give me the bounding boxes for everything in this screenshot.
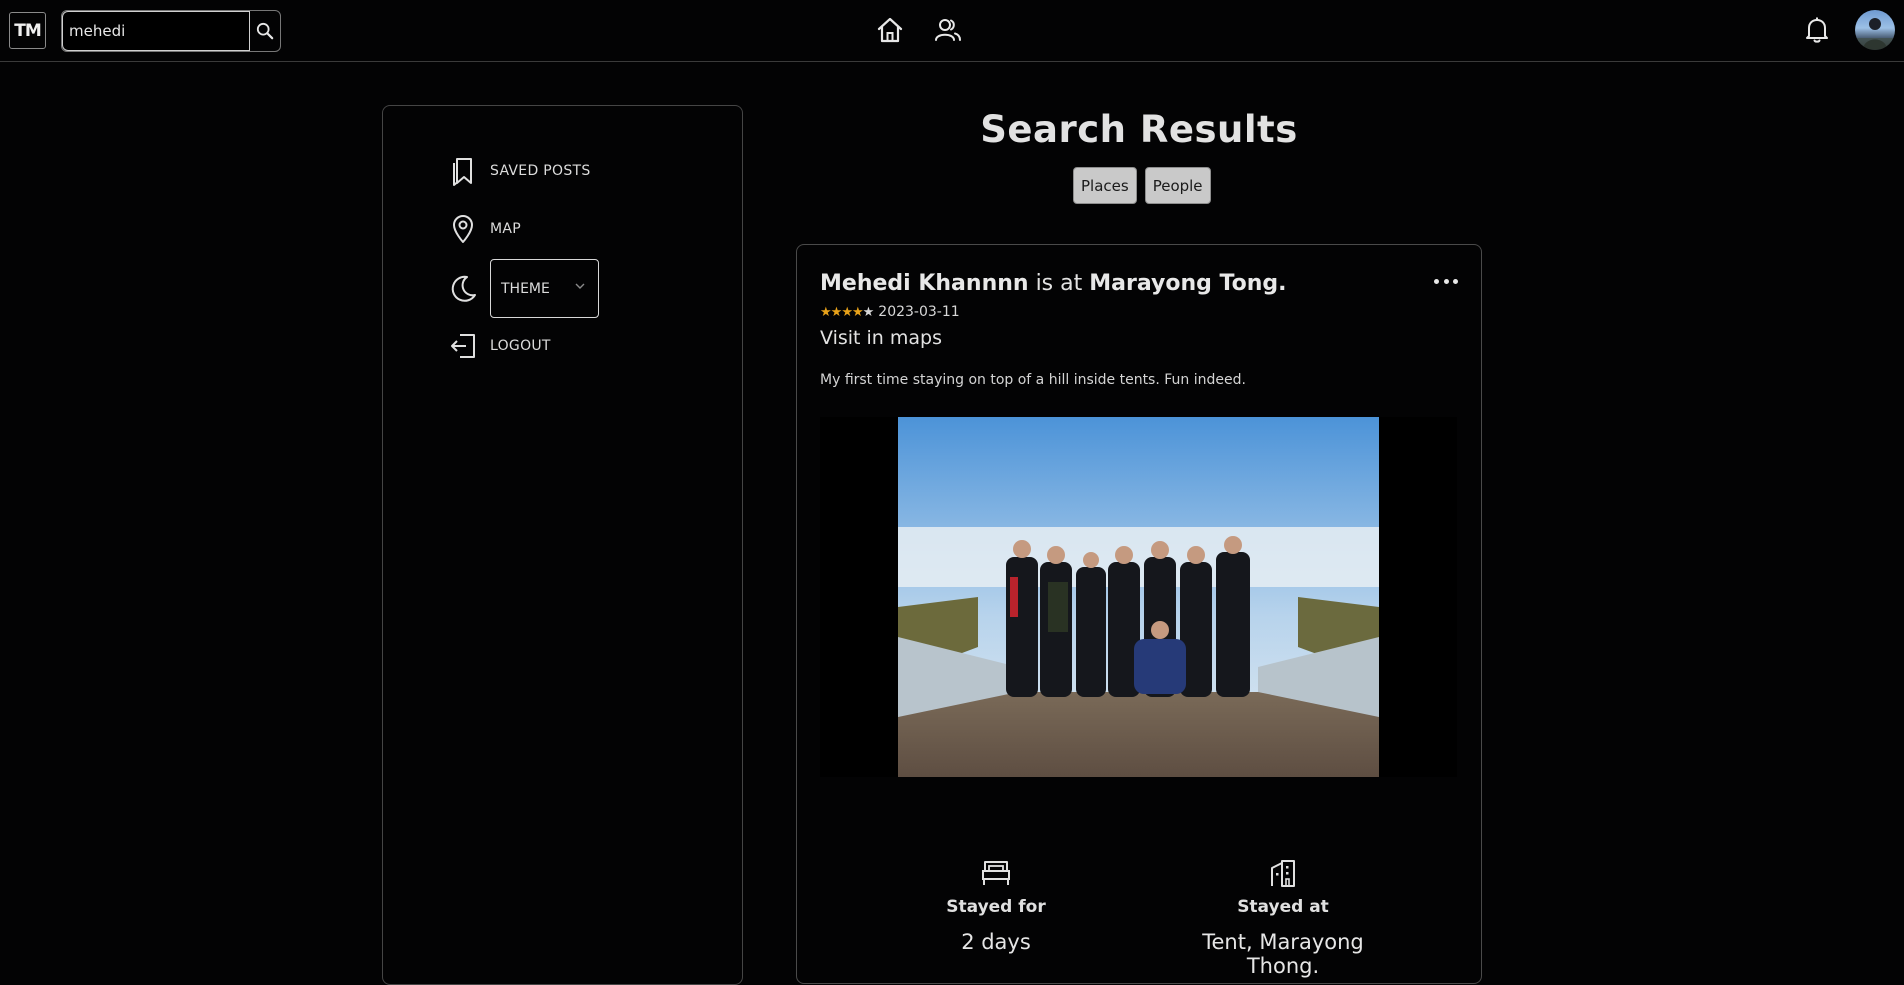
profile-avatar[interactable] — [1855, 10, 1895, 50]
post-rating-row: ★★★★★ 2023-03-11 — [820, 304, 960, 320]
star-empty-icon: ★ — [862, 304, 875, 320]
home-button[interactable] — [874, 13, 906, 47]
post-connector: is at — [1035, 271, 1083, 296]
filter-people-button[interactable]: People — [1144, 167, 1211, 204]
sidebar-item-saved-posts[interactable]: SAVED POSTS — [447, 154, 591, 188]
stay-duration-stat: Stayed for 2 days — [886, 855, 1106, 954]
app-logo[interactable]: TM — [9, 12, 46, 49]
search-icon — [256, 22, 274, 40]
post-caption: My first time staying on top of a hill i… — [820, 372, 1246, 388]
page-title: Search Results — [980, 108, 1298, 151]
theme-select-value: THEME — [501, 280, 550, 297]
search-input[interactable] — [62, 11, 250, 51]
sidebar-item-map[interactable]: MAP — [447, 212, 521, 246]
post-place-link[interactable]: Marayong Tong. — [1089, 271, 1286, 296]
post-date: 2023-03-11 — [878, 304, 960, 320]
friends-button[interactable] — [932, 13, 964, 47]
post-author-link[interactable]: Mehedi Khannnn — [820, 271, 1029, 296]
bed-icon — [886, 855, 1106, 891]
sidebar-item-theme: THEME — [447, 259, 599, 318]
star-rating: ★★★★★ — [820, 304, 875, 320]
sidebar-item-label: LOGOUT — [490, 338, 551, 354]
star-filled-icon: ★ — [830, 304, 843, 320]
post-options-button[interactable] — [1434, 275, 1458, 287]
building-icon — [1173, 855, 1393, 891]
more-dots-icon — [1434, 278, 1439, 284]
star-filled-icon: ★ — [841, 304, 853, 320]
star-filled-icon: ★ — [851, 304, 864, 320]
stay-duration-value: 2 days — [961, 930, 1031, 954]
home-icon — [877, 17, 903, 43]
stay-location-stat: Stayed at Tent, Marayong Thong. — [1173, 855, 1393, 978]
avatar-image — [1855, 18, 1895, 50]
filter-tabs: Places People — [1073, 167, 1211, 204]
notifications-button[interactable] — [1801, 13, 1833, 47]
bookmark-icon — [447, 154, 479, 188]
stay-location-label: Stayed at — [1237, 897, 1329, 917]
sidebar-item-label: MAP — [490, 221, 521, 237]
search-button[interactable] — [250, 11, 280, 51]
group-photo-image — [898, 417, 1379, 777]
search-bar — [61, 10, 281, 52]
sidebar: SAVED POSTS MAP THEME LOGOUT — [382, 105, 743, 985]
post-image-frame — [820, 417, 1457, 777]
post-card: Mehedi Khannnn is at Marayong Tong. ★★★★… — [796, 244, 1482, 984]
stay-location-value: Tent, Marayong Thong. — [1202, 930, 1364, 978]
sidebar-item-logout[interactable]: LOGOUT — [447, 329, 551, 363]
star-filled-icon: ★ — [820, 304, 832, 320]
theme-select[interactable]: THEME — [490, 259, 599, 318]
filter-places-button[interactable]: Places — [1073, 167, 1137, 204]
location-pin-icon — [447, 212, 479, 246]
chevron-down-icon — [575, 283, 585, 289]
bell-icon — [1806, 17, 1828, 43]
logout-icon — [447, 329, 479, 363]
stay-duration-label: Stayed for — [946, 897, 1046, 917]
moon-icon — [447, 272, 479, 306]
top-navbar: TM — [0, 0, 1904, 62]
people-icon — [935, 19, 961, 41]
post-photo[interactable] — [898, 417, 1379, 777]
post-header: Mehedi Khannnn is at Marayong Tong. — [820, 271, 1287, 296]
sidebar-item-label: SAVED POSTS — [490, 163, 591, 179]
visit-in-maps-link[interactable]: Visit in maps — [820, 327, 942, 349]
